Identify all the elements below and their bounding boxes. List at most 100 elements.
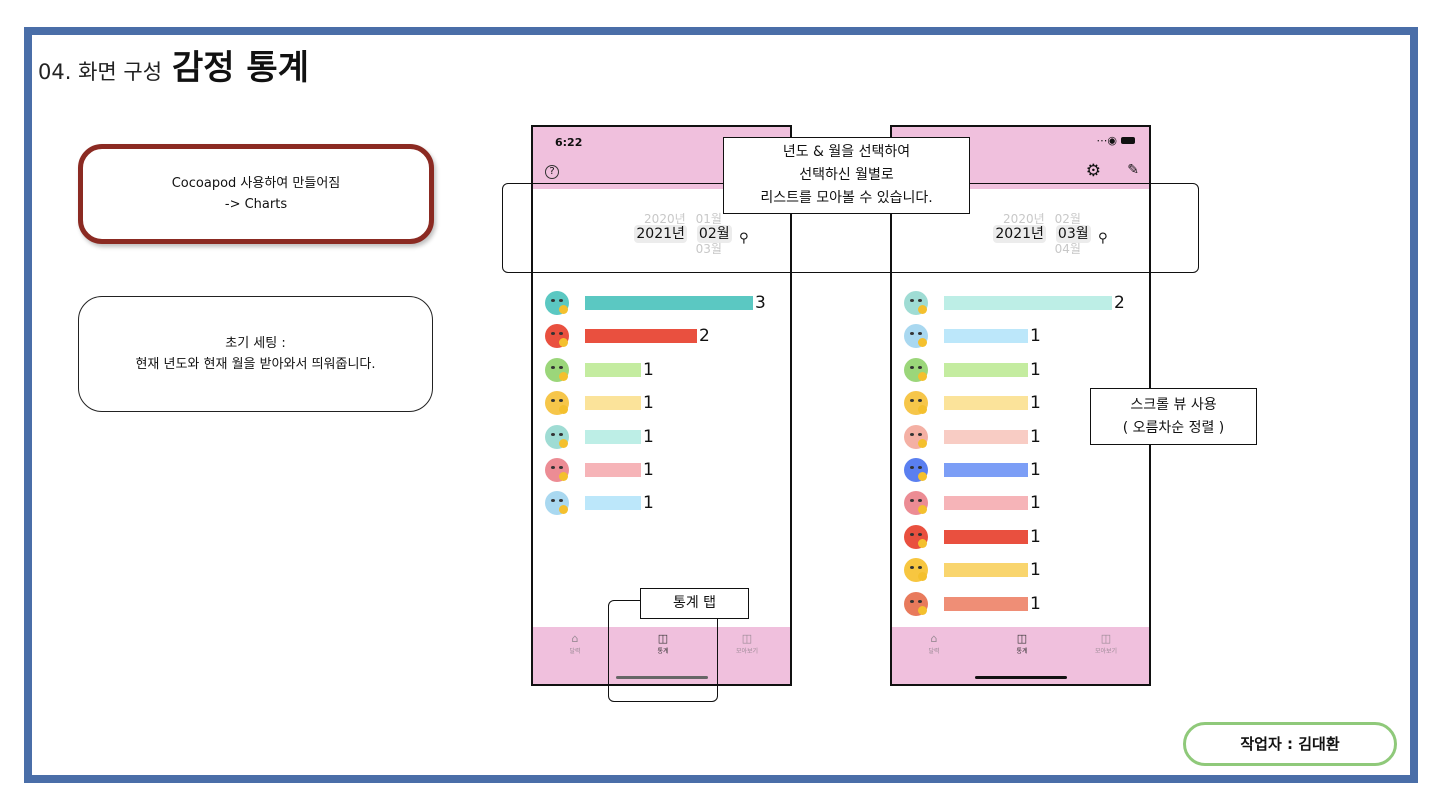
stat-row: 2 bbox=[892, 290, 1149, 318]
emotion-face-icon bbox=[904, 324, 928, 349]
stat-count: 1 bbox=[1030, 359, 1041, 380]
emotion-face-icon bbox=[545, 357, 569, 382]
emotion-mouth-mark bbox=[559, 305, 568, 314]
stat-count: 1 bbox=[643, 359, 654, 380]
stat-bar bbox=[585, 396, 641, 411]
status-time: 6:22 bbox=[555, 136, 583, 149]
stat-count: 1 bbox=[1030, 393, 1041, 414]
emotion-face-icon bbox=[545, 491, 569, 516]
initial-setting-note: 초기 세팅 : 현재 년도와 현재 월을 받아와서 띄워줍니다. bbox=[78, 296, 433, 412]
emotion-mouth-mark bbox=[918, 472, 927, 481]
emotion-face-icon bbox=[545, 291, 569, 315]
stat-count: 1 bbox=[1030, 326, 1041, 347]
stat-row: 1 bbox=[533, 424, 790, 452]
tab-bar: ⌂ 달력 ◫ 통계 ◫ 모아보기 bbox=[892, 627, 1149, 684]
stat-count: 1 bbox=[1030, 426, 1041, 447]
callout-line: 리스트를 모아볼 수 있습니다. bbox=[760, 190, 933, 206]
book-icon: ◫ bbox=[1100, 632, 1112, 645]
callout-line: 스크롤 뷰 사용 bbox=[1130, 396, 1217, 413]
stat-row: 1 bbox=[892, 323, 1149, 351]
home-indicator bbox=[975, 676, 1067, 679]
stat-count: 2 bbox=[1114, 293, 1125, 313]
emotion-mouth-mark bbox=[559, 405, 568, 415]
emotion-face-icon bbox=[904, 291, 928, 315]
tab-collect[interactable]: ◫ 모아보기 bbox=[1076, 632, 1136, 655]
home-icon: ⌂ bbox=[930, 632, 938, 645]
author-badge: 작업자 : 김대환 bbox=[1183, 722, 1397, 766]
status-icons: ⋯◉ bbox=[1096, 134, 1135, 147]
emotion-face-icon bbox=[545, 391, 569, 416]
stat-count: 1 bbox=[643, 426, 654, 447]
emotion-mouth-mark bbox=[918, 505, 927, 515]
tab-calendar[interactable]: ⌂ 달력 bbox=[545, 632, 605, 655]
year-month-callout: 년도 & 월을 선택하여 선택하신 월별로 리스트를 모아볼 수 있습니다. bbox=[723, 137, 970, 214]
emotion-mouth-mark bbox=[559, 371, 568, 381]
stat-bar bbox=[944, 329, 1028, 344]
edit-icon[interactable]: ✎ bbox=[1127, 162, 1139, 179]
tab-collect[interactable]: ◫ 모아보기 bbox=[717, 632, 777, 655]
emotion-face-icon bbox=[904, 491, 928, 516]
stat-row: 1 bbox=[533, 390, 790, 418]
page-heading: 04. 화면 구성 감정 통계 bbox=[38, 40, 309, 89]
scroll-view-callout: 스크롤 뷰 사용 ( 오름차순 정렬 ) bbox=[1090, 388, 1257, 445]
tab-label: 모아보기 bbox=[735, 648, 759, 655]
stat-bar bbox=[585, 362, 641, 377]
stat-bar bbox=[944, 396, 1028, 411]
tab-label: 달력 bbox=[928, 648, 940, 655]
stat-bar bbox=[944, 362, 1028, 377]
stat-row: 2 bbox=[533, 323, 790, 351]
stat-count: 1 bbox=[1030, 560, 1041, 581]
cocoapod-note: Cocoapod 사용하여 만들어짐 -> Charts bbox=[78, 144, 434, 244]
wifi-icon: ⋯◉ bbox=[1096, 134, 1117, 147]
stats-tab-callout: 통계 탭 bbox=[640, 588, 749, 619]
stat-bar bbox=[944, 563, 1028, 578]
stat-count: 1 bbox=[1030, 593, 1041, 614]
emotion-mouth-mark bbox=[918, 605, 927, 615]
emotion-face-icon bbox=[545, 324, 569, 349]
emotion-face-icon bbox=[904, 458, 928, 482]
emotion-mouth-mark bbox=[918, 305, 927, 314]
stat-bar bbox=[944, 529, 1028, 544]
initial-setting-line: 초기 세팅 : bbox=[225, 336, 286, 351]
emotion-mouth-mark bbox=[918, 405, 927, 415]
stat-count: 3 bbox=[755, 293, 766, 313]
emotion-face-icon bbox=[904, 391, 928, 416]
battery-icon bbox=[1121, 137, 1135, 144]
tab-stats[interactable]: ◫ 통계 bbox=[992, 632, 1052, 655]
emotion-mouth-mark bbox=[559, 472, 568, 481]
emotion-face-icon bbox=[545, 458, 569, 482]
stat-bar bbox=[585, 496, 641, 511]
stat-bar bbox=[944, 596, 1028, 611]
gear-icon[interactable]: ⚙ bbox=[1086, 163, 1101, 180]
stat-bar bbox=[944, 296, 1112, 310]
stat-bar bbox=[944, 463, 1028, 477]
callout-line: ( 오름차순 정렬 ) bbox=[1122, 419, 1225, 436]
stat-row: 3 bbox=[533, 290, 790, 318]
stat-count: 1 bbox=[643, 393, 654, 414]
emotion-mouth-mark bbox=[559, 438, 568, 448]
stat-count: 1 bbox=[643, 460, 654, 480]
stat-bar bbox=[585, 463, 641, 477]
tab-label: 모아보기 bbox=[1094, 648, 1118, 655]
stat-row: 1 bbox=[533, 357, 790, 385]
callout-line: 년도 & 월을 선택하여 bbox=[782, 144, 911, 160]
tab-label: 통계 bbox=[1016, 648, 1028, 655]
stat-row: 1 bbox=[892, 557, 1149, 585]
emotion-face-icon bbox=[904, 558, 928, 583]
page-title: 감정 통계 bbox=[172, 48, 309, 88]
emotion-mouth-mark bbox=[918, 572, 927, 582]
emotion-mouth-mark bbox=[559, 505, 568, 515]
stat-row: 1 bbox=[892, 524, 1149, 552]
cocoapod-note-line: Cocoapod 사용하여 만들어짐 bbox=[171, 176, 341, 191]
stat-count: 1 bbox=[1030, 493, 1041, 514]
stat-row: 1 bbox=[892, 591, 1149, 619]
tab-calendar[interactable]: ⌂ 달력 bbox=[904, 632, 964, 655]
stat-bar bbox=[944, 496, 1028, 511]
tab-label: 달력 bbox=[569, 648, 581, 655]
home-icon: ⌂ bbox=[571, 632, 579, 645]
stat-count: 2 bbox=[699, 326, 710, 347]
callout-line: 선택하신 월별로 bbox=[799, 167, 894, 183]
help-icon[interactable]: ? bbox=[545, 165, 559, 179]
emotion-mouth-mark bbox=[918, 538, 927, 548]
stat-bar bbox=[585, 296, 753, 310]
